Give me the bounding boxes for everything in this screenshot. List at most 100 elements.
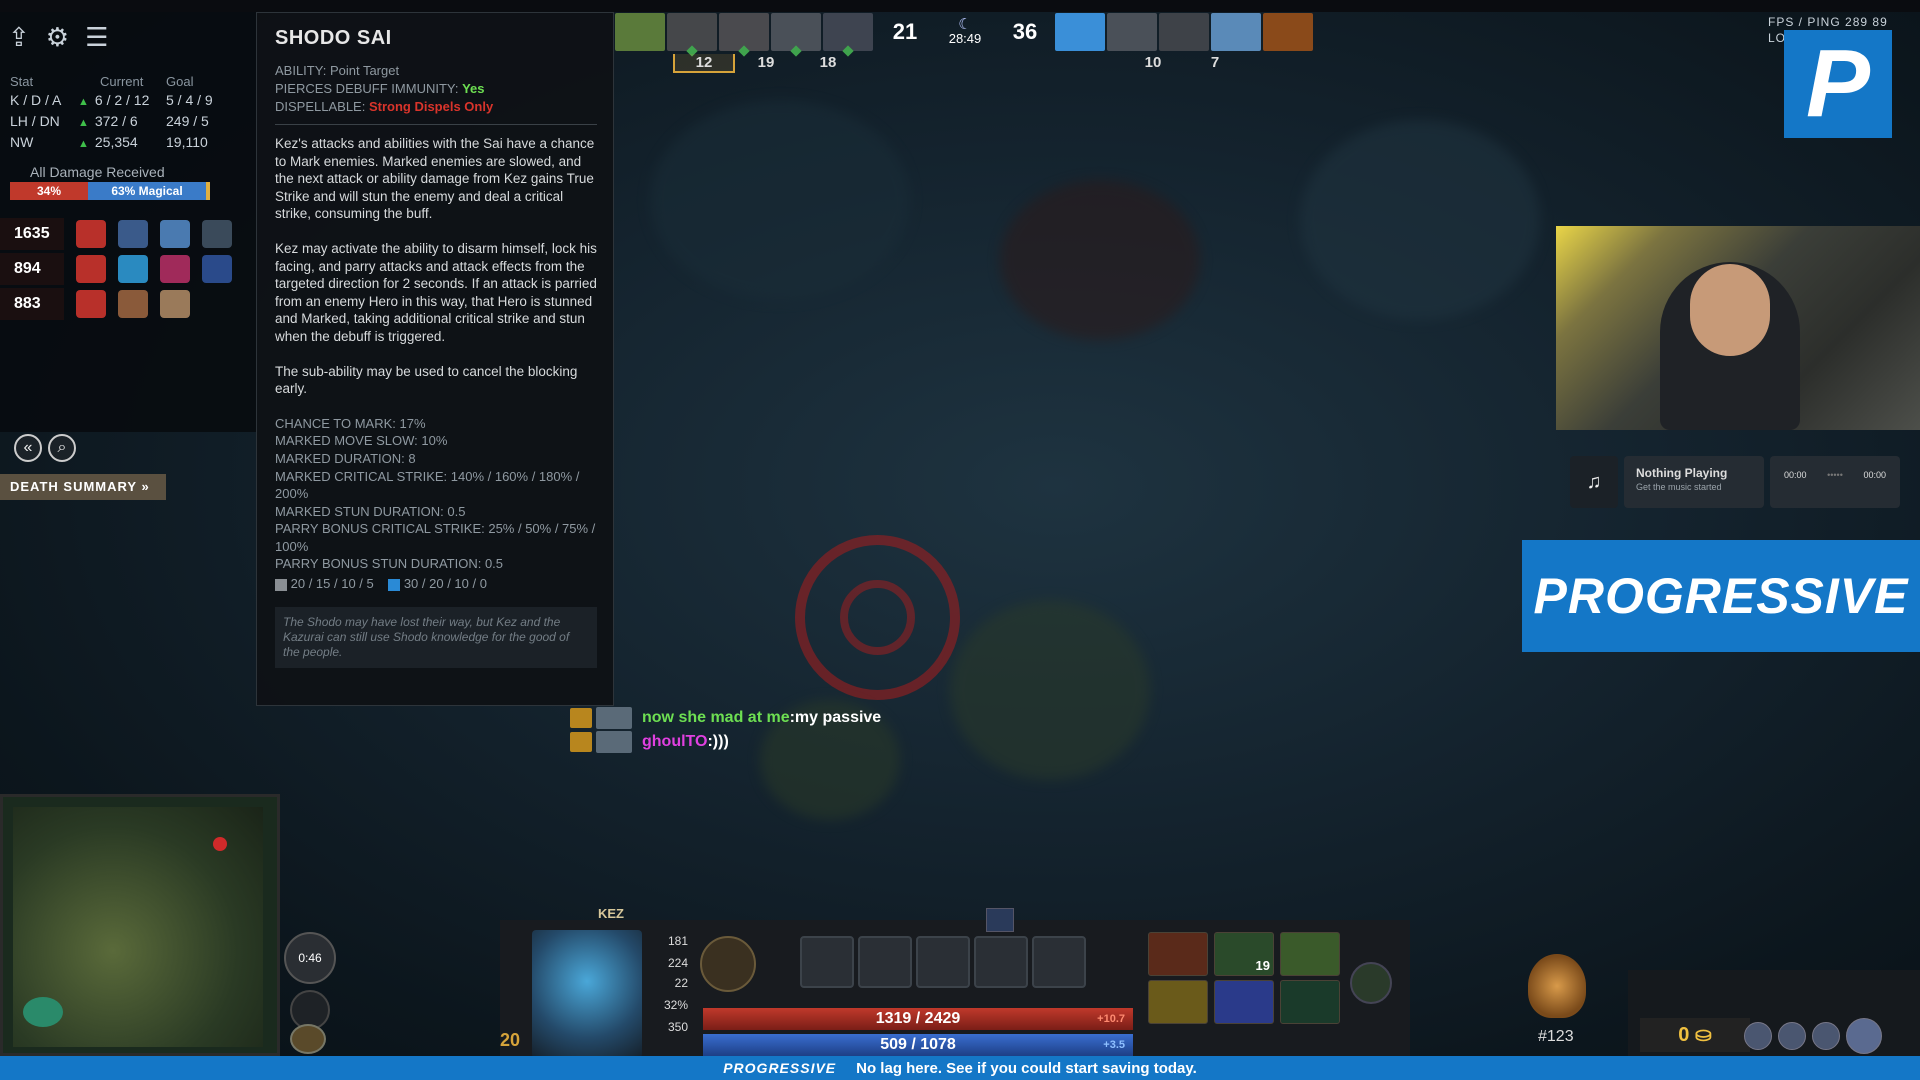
radiant-hero-3[interactable] [719, 13, 769, 57]
ability-slot-5[interactable] [1032, 936, 1086, 988]
radiant-hero-5[interactable] [823, 13, 873, 57]
ability-slot-1[interactable] [800, 936, 854, 988]
damage-bar: 34% 63% Magical [10, 182, 210, 200]
health-bar: 1319 / 2429 +10.7 [703, 1008, 1133, 1030]
search-icon[interactable]: ⌕ [48, 434, 76, 462]
ability-attribute: MARKED DURATION: 8 [275, 450, 416, 466]
dire-hero-1[interactable] [1055, 13, 1105, 51]
dire-hero-4[interactable] [1211, 13, 1261, 51]
upload-icon[interactable]: ⇪ [8, 22, 30, 53]
music-elapsed: 00:00 [1784, 470, 1807, 480]
mana-value: 30 / 20 / 10 / 0 [403, 576, 487, 592]
chevron-right-icon: » [141, 479, 150, 494]
mana-bar: 509 / 1078 +3.5 [703, 1034, 1133, 1056]
hero-level: 12 [673, 54, 735, 73]
dire-hero-3[interactable] [1159, 13, 1209, 51]
hero-level: 20 [500, 1030, 521, 1050]
night-icon: ☾ [958, 16, 972, 33]
menu-icon[interactable]: ☰ [85, 22, 108, 53]
ability-slot-3[interactable] [916, 936, 970, 988]
gear-icon[interactable]: ⚙ [46, 22, 69, 53]
stat-row: NW ▲ 25,354 19,110 [10, 134, 246, 150]
minimap[interactable] [0, 794, 280, 1056]
streamer-face [1690, 264, 1770, 356]
neutral-item-slot[interactable] [1350, 962, 1392, 1004]
radiant-hero-1[interactable] [615, 13, 665, 51]
ability-slot-4[interactable] [974, 936, 1028, 988]
radiant-hero-2[interactable] [667, 13, 717, 57]
magical-damage: 63% Magical [88, 182, 210, 200]
hero-name: KEZ [598, 906, 624, 921]
damage-source-icon [76, 290, 106, 318]
gold-display: 0 ⛀ [1640, 1018, 1750, 1052]
panel-toolbar: ⇪ ⚙ ☰ [8, 22, 108, 53]
glyph-button[interactable]: 0:46 [284, 932, 336, 984]
hero-avatar [596, 731, 632, 753]
death-summary-label: DEATH SUMMARY [10, 479, 137, 494]
music-progress: 00:00 ••••• 00:00 [1770, 456, 1900, 508]
chat-message: my passive [794, 709, 882, 726]
armor-stat: 224 [667, 956, 688, 970]
ability-attribute: MARKED STUN DURATION: 0.5 [275, 503, 466, 519]
ability-attribute: MARKED MOVE SLOW: 10% [275, 433, 448, 449]
ticker-text: No lag here. See if you could start savi… [856, 1059, 1197, 1077]
dire-hero-5[interactable] [1263, 13, 1313, 51]
damage-source-icon [76, 255, 106, 283]
item-slot[interactable] [1280, 980, 1340, 1024]
item-charges: 19 [1255, 958, 1270, 973]
collapse-icon[interactable]: « [14, 434, 42, 462]
talent-tree-icon[interactable] [700, 936, 756, 992]
ability-title: SHODO SAI [275, 27, 392, 49]
shield-icon[interactable] [1812, 1022, 1840, 1050]
music-duration: 00:00 [1863, 470, 1886, 480]
shard-icon[interactable] [986, 908, 1014, 932]
ability-attribute: PARRY BONUS CRITICAL STRIKE: 25% / 50% /… [275, 521, 596, 554]
sponsor-logo: P [1784, 30, 1892, 138]
music-note-icon: ♫ [1570, 456, 1618, 508]
music-subtitle: Get the music started [1636, 482, 1722, 492]
header-current: Current [100, 74, 144, 89]
speed-stat: 22 [674, 976, 688, 990]
inventory: 19 [1148, 932, 1342, 1024]
stash-icon[interactable] [1744, 1022, 1772, 1050]
ability-attribute: CHANCE TO MARK: 17% [275, 415, 426, 431]
mana-regen: +3.5 [1103, 1039, 1125, 1051]
shop-controls [1744, 1018, 1882, 1054]
cooldown-icon [275, 578, 287, 591]
item-slot[interactable]: 19 [1214, 932, 1274, 976]
dispellable: DISPELLABLE: Strong Dispels Only [275, 99, 494, 114]
fast-forward-icon[interactable] [1778, 1022, 1806, 1050]
tower-icon[interactable] [290, 1024, 326, 1054]
up-arrow-icon: ▲ [78, 138, 89, 150]
top-strip [0, 0, 1920, 12]
item-slot[interactable] [1214, 980, 1274, 1024]
dire-hero-2[interactable] [1107, 13, 1157, 51]
chat-author: now she mad at me [642, 709, 790, 726]
music-info: Nothing Playing Get the music started [1624, 456, 1764, 508]
ability-slot-2[interactable] [858, 936, 912, 988]
stat-current: 25,354 [94, 134, 138, 150]
damage-row: 883 [0, 288, 256, 320]
radiant-hero-4[interactable] [771, 13, 821, 57]
hero-portrait[interactable] [532, 930, 642, 1058]
damage-row: 894 [0, 253, 256, 285]
item-slot[interactable] [1148, 932, 1208, 976]
death-summary-button[interactable]: DEATH SUMMARY » [0, 474, 166, 500]
stat-goal: 19,110 [166, 134, 208, 150]
gold-value: 0 [1678, 1024, 1690, 1046]
item-slot[interactable] [1280, 932, 1340, 976]
damage-source-icon [118, 290, 148, 318]
fps-label: FPS / PING [1768, 15, 1841, 29]
arrow-right-icon[interactable] [1846, 1018, 1882, 1054]
game-clock: ☾ 28:49 [935, 16, 995, 46]
clock-time: 28:49 [948, 31, 982, 46]
item-slot[interactable] [1148, 980, 1208, 1024]
ability-attribute: PARRY BONUS STUN DURATION: 0.5 [275, 556, 504, 572]
music-title: Nothing Playing [1636, 466, 1728, 480]
ticker-brand: PROGRESSIVE [723, 1060, 837, 1076]
radiant-score: 21 [892, 19, 918, 44]
hero-level: 19 [757, 54, 775, 71]
ability-tooltip: SHODO SAI ABILITY: Point Target PIERCES … [256, 12, 614, 706]
stat-row: K / D / A ▲ 6 / 2 / 12 5 / 4 / 9 [10, 92, 246, 108]
chat-panel: now she mad at me: my passive ghoulTO: )… [570, 706, 881, 754]
